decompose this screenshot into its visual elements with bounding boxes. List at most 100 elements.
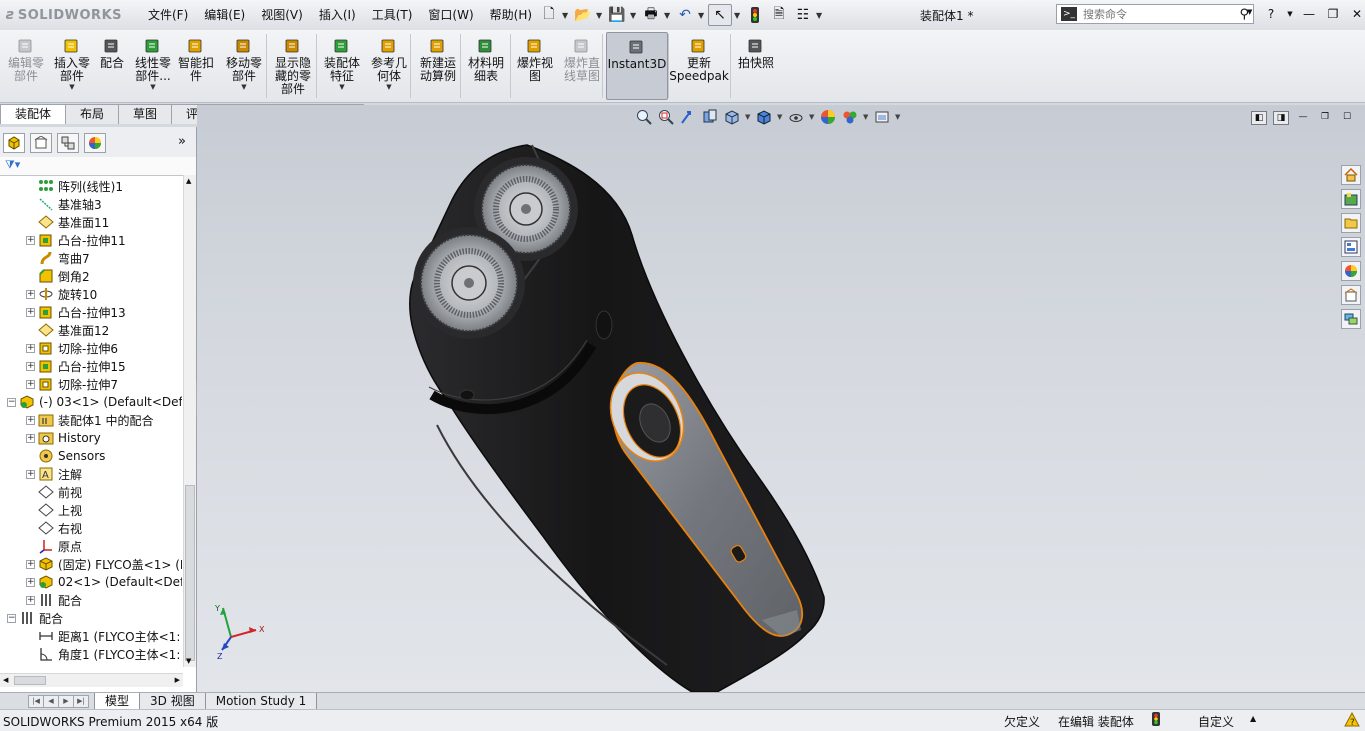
undo-icon[interactable]: ↶ [674, 5, 696, 25]
filter-icon[interactable]: ⧩▾ [5, 158, 31, 173]
expand-icon[interactable]: + [26, 307, 35, 317]
expand-icon[interactable]: + [26, 433, 35, 443]
tree-node[interactable]: + 切除-拉伸6 [26, 339, 118, 357]
collapse-icon[interactable]: − [7, 397, 16, 407]
expand-icon[interactable]: + [26, 361, 35, 371]
mate-button[interactable]: 配合 [96, 32, 128, 100]
new-document-icon[interactable]: 🗋 [538, 5, 560, 25]
tree-node[interactable]: 角度1 (FLYCO主体<1: [26, 645, 180, 663]
tree-node[interactable]: 弯曲7 [26, 249, 90, 267]
save-icon[interactable]: 💾 [606, 5, 628, 25]
search-input[interactable] [1081, 6, 1225, 22]
options-icon[interactable]: ☷ [792, 5, 814, 25]
bottom-tab[interactable]: Motion Study 1 [204, 693, 318, 710]
collapse-icon[interactable]: − [7, 613, 16, 623]
chevron-down-icon[interactable]: ▼ [1247, 8, 1252, 16]
tree-node[interactable]: + 旋转10 [26, 285, 97, 303]
show-hidden-components-button[interactable]: 显示隐 藏的零 部件 [270, 32, 316, 100]
display-manager-tab-icon[interactable] [84, 133, 106, 153]
chevron-down-icon[interactable]: ▼ [1286, 6, 1294, 22]
tree-node[interactable]: − 配合 [7, 609, 63, 627]
bill-of-materials-button[interactable]: 材料明 细表 [464, 32, 508, 100]
chevron-down-icon[interactable]: ▼ [664, 11, 672, 20]
expand-icon[interactable]: + [26, 235, 35, 245]
configuration-manager-tab-icon[interactable] [57, 133, 79, 153]
tree-node[interactable]: 右视 [26, 519, 82, 537]
assembly-features-button[interactable]: 装配体 特征 ▼ [318, 32, 366, 100]
graphics-area[interactable]: ▼ ▼ ▼ ▼ ▼ ◧ ◨ — ❐ ☐ Y X Z [197, 105, 1365, 692]
bottom-tab[interactable]: 模型 [94, 693, 141, 710]
appearances-icon[interactable] [1341, 261, 1361, 281]
menu-item[interactable]: 插入(I) [311, 7, 364, 23]
tree-node[interactable]: 基准面11 [26, 213, 109, 231]
scroll-right-icon[interactable]: ▶ [175, 676, 180, 684]
expand-icon[interactable]: + [26, 415, 35, 425]
instant3d-button[interactable]: Instant3D [606, 32, 668, 100]
help-icon[interactable]: ? [1262, 6, 1280, 22]
chevron-down-icon[interactable]: ▼ [69, 83, 74, 91]
menu-item[interactable]: 文件(F) [140, 7, 196, 23]
tree-node[interactable]: + 凸台-拉伸13 [26, 303, 126, 321]
design-library-icon[interactable] [1341, 189, 1361, 209]
edit-component-button[interactable]: 编辑零 部件 [4, 32, 48, 100]
command-tab[interactable]: 草图 [118, 104, 173, 124]
unit-system[interactable]: 自定义 [1198, 713, 1234, 730]
restore-icon[interactable]: ❐ [1324, 6, 1342, 22]
scroll-down-icon[interactable]: ▼ [186, 657, 191, 665]
tree-vertical-scrollbar[interactable]: ▲ ▼ [183, 175, 196, 667]
view-palette-icon[interactable] [1341, 237, 1361, 257]
open-folder-icon[interactable]: 📂 [572, 5, 594, 25]
file-explorer-icon[interactable] [1341, 213, 1361, 233]
tree-node[interactable]: Sensors [26, 447, 105, 465]
prev-tab-icon[interactable]: ◀ [43, 695, 59, 708]
chevron-down-icon[interactable]: ▼ [816, 11, 824, 20]
command-tab[interactable]: 布局 [65, 104, 120, 124]
chevron-down-icon[interactable]: ▼ [386, 83, 391, 91]
expand-icon[interactable]: + [26, 343, 35, 353]
first-tab-icon[interactable]: |◀ [28, 695, 44, 708]
feature-manager-tab-icon[interactable] [3, 133, 25, 153]
expand-icon[interactable]: + [26, 289, 35, 299]
move-component-button[interactable]: 移动零 部件 ▼ [222, 32, 266, 100]
insert-components-button[interactable]: 插入零 部件 ▼ [52, 32, 92, 100]
more-tabs-icon[interactable]: » [178, 134, 186, 149]
menu-item[interactable]: 编辑(E) [196, 7, 253, 23]
custom-properties-icon[interactable] [1341, 285, 1361, 305]
new-motion-study-button[interactable]: 新建运 动算例 [414, 32, 462, 100]
scroll-up-icon[interactable]: ▲ [186, 177, 191, 185]
tooltip-help-icon[interactable]: ? [1344, 711, 1360, 731]
tree-node[interactable]: 基准面12 [26, 321, 109, 339]
menu-item[interactable]: 工具(T) [364, 7, 421, 23]
scroll-left-icon[interactable]: ◀ [3, 676, 8, 684]
take-snapshot-button[interactable]: 拍快照 [734, 32, 778, 100]
search-type-icon[interactable]: >_ [1061, 7, 1077, 21]
tree-node[interactable]: + A 注解 [26, 465, 82, 483]
solidworks-forum-icon[interactable] [1341, 309, 1361, 329]
chevron-down-icon[interactable]: ▼ [630, 11, 638, 20]
tree-node[interactable]: + 凸台-拉伸11 [26, 231, 126, 249]
tree-node[interactable]: + 凸台-拉伸15 [26, 357, 126, 375]
tree-node[interactable]: 前视 [26, 483, 82, 501]
menu-item[interactable]: 窗口(W) [420, 7, 481, 23]
chevron-down-icon[interactable]: ▼ [596, 11, 604, 20]
menu-item[interactable]: 帮助(H) [482, 7, 540, 23]
property-manager-tab-icon[interactable] [30, 133, 52, 153]
print-icon[interactable]: 🖶 [640, 5, 662, 25]
tree-node[interactable]: +02<1> (Default<Defa [26, 573, 182, 591]
close-icon[interactable]: ✕ [1348, 6, 1365, 22]
tree-node[interactable]: 原点 [26, 537, 82, 555]
home-icon[interactable] [1341, 165, 1361, 185]
chevron-down-icon[interactable]: ▼ [150, 83, 155, 91]
minimize-icon[interactable]: — [1300, 6, 1318, 22]
tree-node[interactable]: 上视 [26, 501, 82, 519]
chevron-down-icon[interactable]: ▼ [734, 11, 742, 20]
shaver-3d-model[interactable] [197, 105, 1365, 692]
select-cursor-icon[interactable]: ↖ [708, 4, 732, 26]
bottom-tab[interactable]: 3D 视图 [139, 693, 206, 710]
search-commands-box[interactable]: >_ ⚲ [1056, 4, 1254, 24]
explode-line-sketch-button[interactable]: 爆炸直 线草图 [560, 32, 604, 100]
tree-node[interactable]: + 配合 [26, 591, 82, 609]
linear-component-pattern-button[interactable]: 线性零 部件... ▼ [130, 32, 176, 100]
tree-node[interactable]: 距离1 (FLYCO主体<1: [26, 627, 180, 645]
file-properties-icon[interactable]: 🗎 [768, 5, 790, 25]
